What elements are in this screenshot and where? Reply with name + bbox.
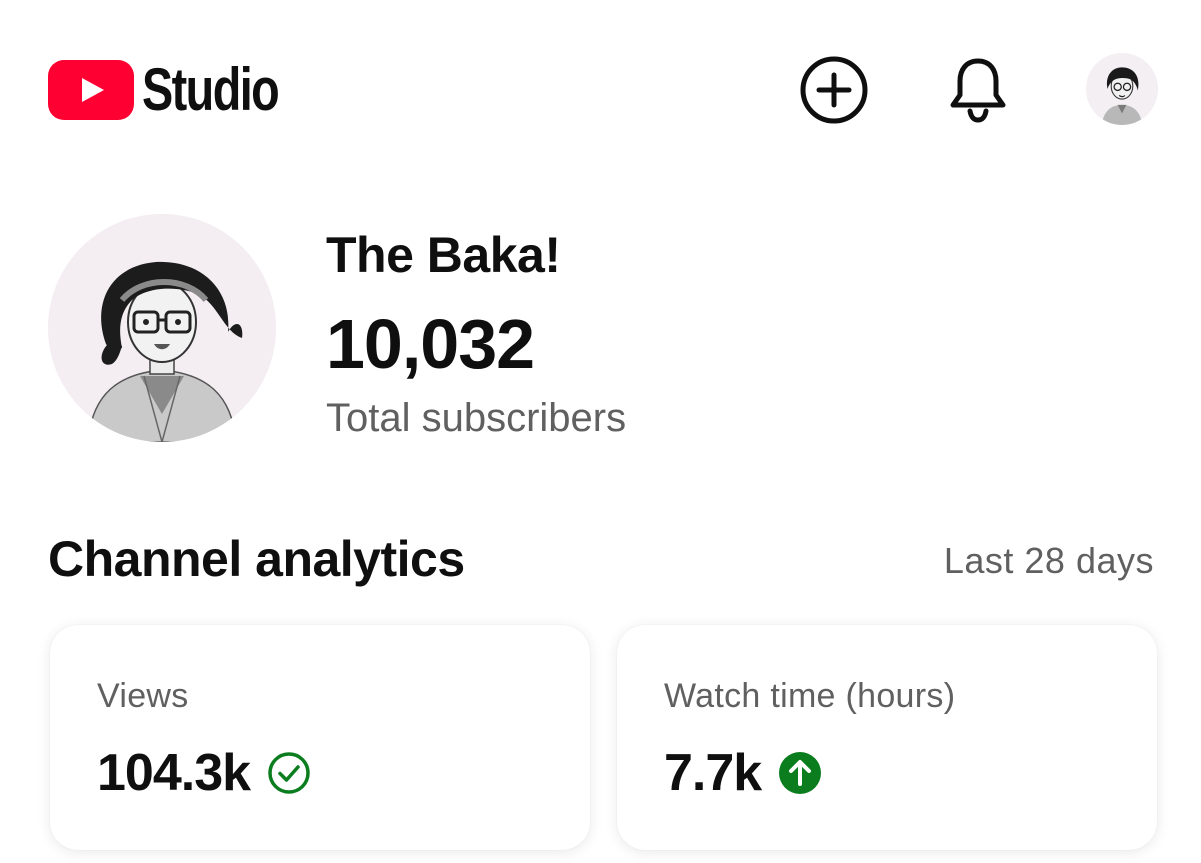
subscriber-label: Total subscribers (326, 396, 627, 440)
subscriber-count: 10,032 (326, 305, 535, 383)
section-title: Channel analytics (48, 531, 465, 587)
watch-time-label: Watch time (hours) (664, 677, 956, 715)
app-name: Studio (142, 56, 280, 123)
watch-time-value: 7.7k (664, 744, 762, 802)
watch-time-card[interactable]: Watch time (hours) 7.7k (617, 625, 1157, 850)
create-button[interactable] (798, 54, 870, 126)
account-avatar-image (1086, 53, 1158, 125)
views-value: 104.3k (97, 744, 251, 802)
views-label: Views (97, 677, 189, 715)
account-avatar[interactable] (1086, 53, 1158, 125)
period-label: Last 28 days (943, 540, 1154, 581)
create-icon (800, 56, 868, 124)
views-card[interactable]: Views 104.3k (50, 625, 590, 850)
notifications-bell-icon (950, 58, 1006, 123)
studio-logo[interactable]: Studio (48, 58, 317, 122)
channel-name: The Baka! (326, 227, 561, 283)
youtube-logo-icon (48, 60, 134, 120)
arrow-up-circle-icon (777, 750, 823, 796)
notifications-button[interactable] (942, 54, 1014, 126)
channel-avatar-image (48, 214, 276, 442)
channel-avatar[interactable] (48, 214, 276, 442)
check-circle-icon (266, 750, 312, 796)
